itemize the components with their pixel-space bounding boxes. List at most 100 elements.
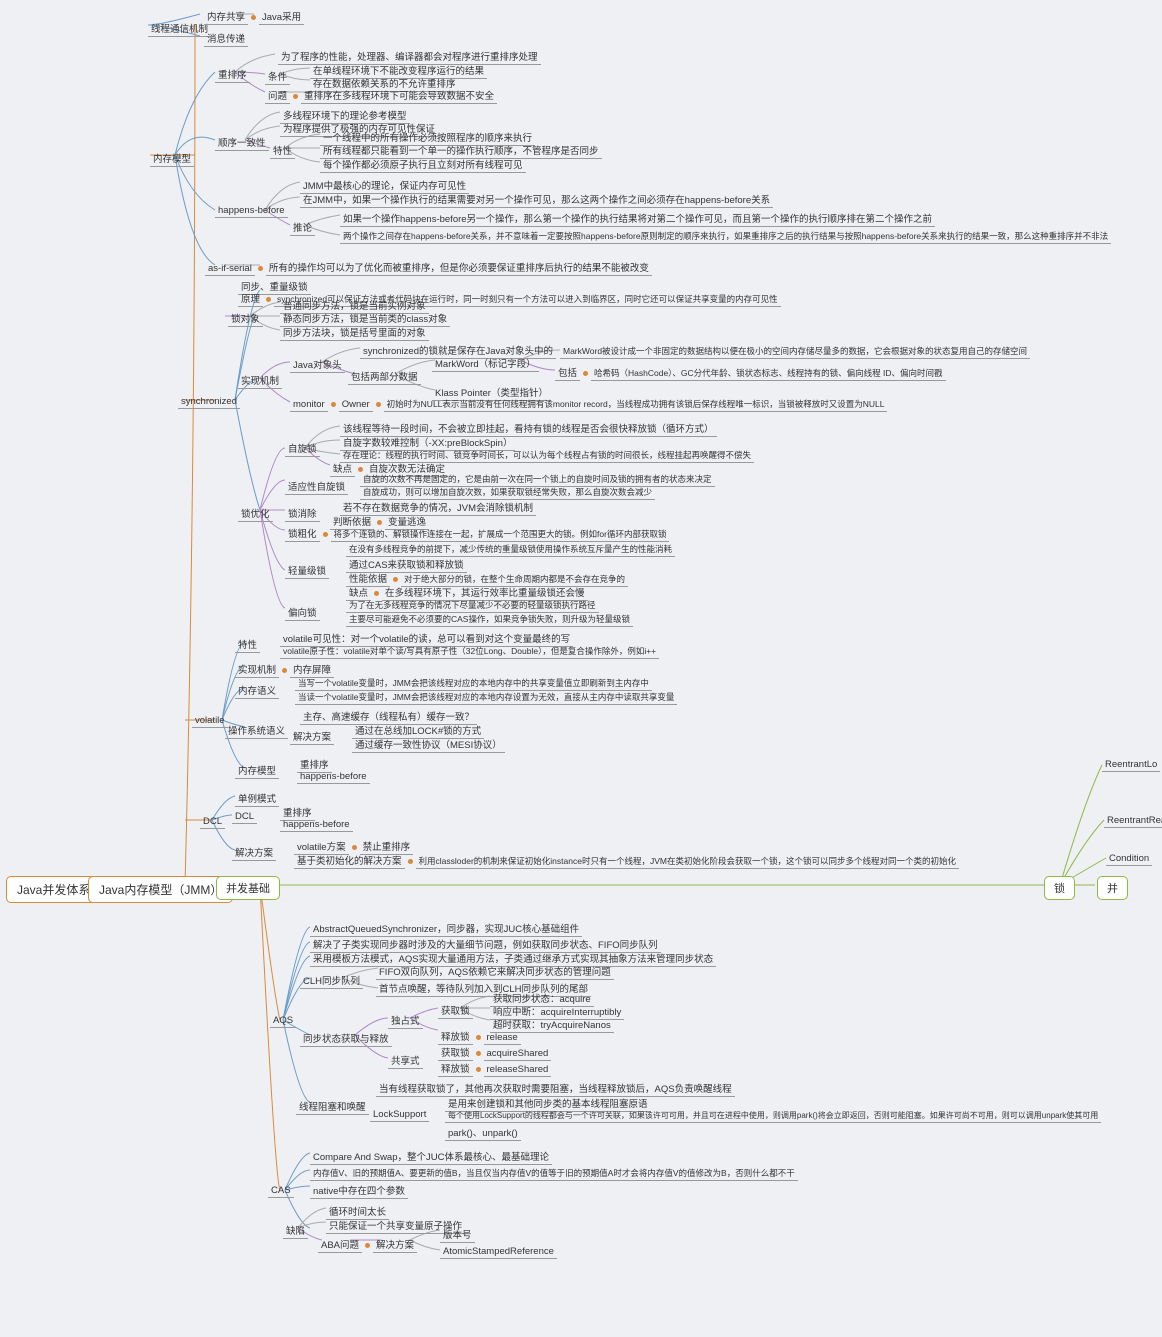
- dcl-sol[interactable]: 解决方案: [232, 844, 276, 861]
- dot-icon: [476, 1051, 481, 1056]
- bias-prin: 主要尽可能避免不必须要的CAS操作，如果竞争锁失败，则升级为轻量级锁: [346, 612, 633, 627]
- lock-opt[interactable]: 锁优化: [238, 505, 273, 522]
- reorder[interactable]: 重排序: [215, 66, 250, 83]
- cas-aba-s2: AtomicStampedReference: [440, 1245, 557, 1259]
- impl-mech[interactable]: 实现机制: [238, 372, 282, 389]
- reorder-prob[interactable]: 问题重排序在多线程环境下可能会导致数据不安全: [265, 87, 497, 104]
- cas-native: native中存在四个参数: [310, 1182, 408, 1199]
- sync[interactable]: synchronized: [178, 395, 240, 409]
- markword[interactable]: MarkWord（标记字段）: [432, 355, 539, 372]
- vol-atom: volatile原子性：volatile对单个读/写具有原子性（32位Long、…: [280, 644, 659, 659]
- cas-aba-s1: 版本号: [440, 1226, 475, 1243]
- lock-elim[interactable]: 锁消除: [285, 505, 320, 522]
- dcl[interactable]: DCL: [200, 815, 225, 829]
- dot-icon: [293, 94, 298, 99]
- vol-sem[interactable]: 内存语义: [235, 682, 279, 699]
- clh-desc: FIFO双向队列，AQS依赖它来解决同步状态的管理问题: [376, 963, 614, 980]
- dcl-lbl[interactable]: DCL: [232, 810, 257, 824]
- excl-rel[interactable]: 释放锁release: [438, 1028, 521, 1045]
- spin[interactable]: 自旋锁: [285, 440, 320, 457]
- tool-label: 并: [1097, 876, 1128, 900]
- dcl-hb: happens-before: [280, 818, 353, 832]
- lock-o3: 同步方法块，锁是括号里面的对象: [280, 324, 429, 341]
- dot-icon: [374, 591, 379, 596]
- jmm-node[interactable]: Java内存模型（JMM）: [88, 876, 233, 903]
- dot-icon: [476, 1035, 481, 1040]
- hb-infer[interactable]: 推论: [290, 219, 315, 236]
- aqs[interactable]: AQS: [270, 1014, 296, 1028]
- vol-sem2: 当读一个volatile变量时，JMM会把该线程对应的本地内存设置为无效，直接从…: [295, 690, 677, 705]
- cas-weak[interactable]: 缺陷: [283, 1222, 308, 1239]
- dot-icon: [376, 402, 381, 407]
- header-parts[interactable]: 包括两部分数据: [348, 368, 421, 385]
- adapt-spin[interactable]: 适应性自旋锁: [285, 478, 348, 495]
- reorder-cond[interactable]: 条件: [265, 68, 290, 85]
- sh-rel[interactable]: 释放锁releaseShared: [438, 1060, 551, 1077]
- vol-mm2: happens-before: [297, 770, 370, 784]
- light-lock[interactable]: 轻量级锁: [285, 562, 329, 579]
- block-wake[interactable]: 线程阻塞和唤醒: [296, 1098, 369, 1115]
- vol-op-sem[interactable]: 操作系统语义: [225, 722, 288, 739]
- comm-mech[interactable]: 线程通信机制: [148, 20, 211, 37]
- dot-icon: [282, 668, 287, 673]
- hb-def: 在JMM中，如果一个操作执行的结果需要对另一个操作可见，那么这两个操作之间必须存…: [300, 191, 773, 208]
- clh[interactable]: CLH同步队列: [300, 972, 363, 989]
- cas-aba[interactable]: ABA问题解决方案: [318, 1236, 417, 1253]
- monitor[interactable]: monitorOwner初始时为NULL表示当前没有任何线程拥有该monitor…: [290, 397, 887, 412]
- reentrantrw-node[interactable]: ReentrantRea: [1104, 814, 1162, 828]
- lock-obj[interactable]: 锁对象: [228, 310, 263, 327]
- mem-model[interactable]: 内存模型: [150, 150, 194, 167]
- bias-desc: 为了在无多线程竞争的情况下尽量减少不必要的轻量级锁执行路径: [346, 598, 599, 613]
- basic-node[interactable]: 并发基础: [216, 876, 280, 900]
- tool-node[interactable]: 并: [1097, 876, 1128, 900]
- asif[interactable]: as-if-serial所有的操作均可以为了优化而被重排序，但是你必须要保证重排…: [205, 259, 652, 276]
- jmm-label: Java内存模型（JMM）: [88, 876, 233, 903]
- hb[interactable]: happens-before: [215, 204, 288, 218]
- vol-mm[interactable]: 内存模型: [235, 762, 279, 779]
- mw-incl[interactable]: 包括哈希码（HashCode）、GC分代年龄、锁状态标志、线程持有的锁、偏向线程…: [555, 364, 946, 381]
- vol-feat[interactable]: 特性: [235, 636, 260, 653]
- volatile[interactable]: volatile: [192, 714, 228, 728]
- light-desc: 在没有多线程竞争的前提下，减少传统的重量级锁使用操作系统互斥量产生的性能消耗: [346, 542, 675, 557]
- dot-icon: [393, 577, 398, 582]
- sync-state[interactable]: 同步状态获取与释放: [300, 1030, 392, 1047]
- lock-coarse[interactable]: 锁粗化将多个连锁的、解锁操作连接在一起，扩展成一个范围更大的锁。例如for循环内…: [285, 525, 669, 542]
- seq-consist[interactable]: 顺序一致性: [215, 134, 269, 151]
- seq-feat[interactable]: 特性: [270, 142, 295, 159]
- locksupport[interactable]: LockSupport: [370, 1108, 429, 1122]
- reentrant-node[interactable]: ReentrantLo: [1102, 758, 1160, 772]
- lock-label: 锁: [1044, 876, 1075, 900]
- excl-get[interactable]: 获取锁: [438, 1002, 473, 1019]
- cas-desc: Compare And Swap，整个JUC体系最核心、最基础理论: [310, 1148, 552, 1165]
- java-header[interactable]: Java对象头: [290, 356, 345, 373]
- comm-shared[interactable]: 内存共享Java采用: [204, 8, 304, 25]
- dcl-single: 单例模式: [235, 790, 279, 807]
- hb-i2: 两个操作之间存在happens-before关系，并不意味着一定要按照happe…: [340, 229, 1111, 244]
- mw-desc: MarkWord被设计成一个非固定的数据结构以便在极小的空间内存储尽量多的数据，…: [560, 344, 1030, 359]
- dot-icon: [331, 402, 336, 407]
- vol-s2: 通过缓存一致性协议（MESI协议）: [352, 736, 505, 753]
- condition-node[interactable]: Condition: [1106, 852, 1152, 866]
- cas[interactable]: CAS: [268, 1184, 294, 1198]
- cas-mem: 内存值V、旧的预期值A、要更新的值B，当且仅当内存值V的值等于旧的预期值A时才会…: [310, 1166, 798, 1181]
- sh-get[interactable]: 获取锁acquireShared: [438, 1044, 551, 1061]
- adapt-succ: 自旋成功，则可以增加自旋次数，如果获取锁经常失败，那么自旋次数会减少: [360, 485, 655, 500]
- basic-label: 并发基础: [216, 876, 280, 900]
- dot-icon: [251, 15, 256, 20]
- ls-park: 每个使用LockSupport的线程都会与一个许可关联，如果该许可可用，并且可在…: [445, 1109, 1101, 1123]
- hb-i1: 如果一个操作happens-before另一个操作，那么第一个操作的执行结果将对…: [340, 210, 935, 227]
- exclusive[interactable]: 独占式: [388, 1012, 423, 1029]
- lock-node[interactable]: 锁: [1044, 876, 1075, 900]
- seq-f3: 每个操作都必须原子执行且立刻对所有线程可见: [320, 156, 526, 173]
- comm-msg[interactable]: 消息传递: [204, 30, 248, 47]
- dot-icon: [365, 1243, 370, 1248]
- ls-methods: park()、unpark(): [445, 1124, 521, 1141]
- dot-icon: [352, 845, 357, 850]
- shared[interactable]: 共享式: [388, 1052, 423, 1069]
- dot-icon: [258, 266, 263, 271]
- vol-sol[interactable]: 解决方案: [290, 728, 334, 745]
- bias-lock[interactable]: 偏向锁: [285, 604, 320, 621]
- dot-icon: [323, 532, 328, 537]
- dot-icon: [266, 297, 271, 302]
- dcl-holder[interactable]: 基于类初始化的解决方案利用classloder的机制来保证初始化instance…: [294, 852, 959, 869]
